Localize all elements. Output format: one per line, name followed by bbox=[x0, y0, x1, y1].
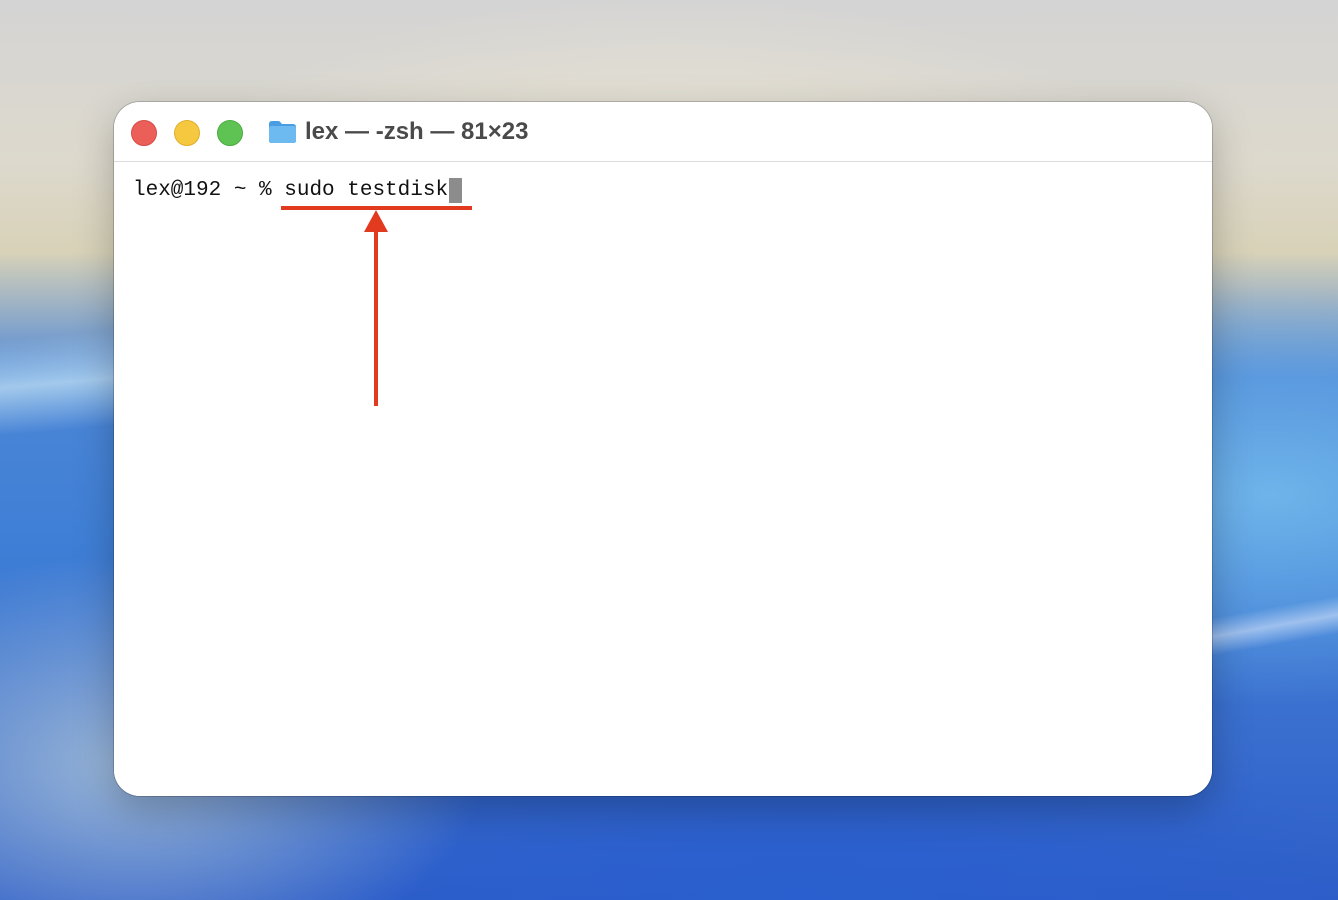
terminal-content[interactable]: lex@192 ~ % sudo testdisk bbox=[114, 162, 1212, 796]
minimize-button[interactable] bbox=[174, 120, 200, 146]
folder-icon bbox=[269, 121, 296, 143]
window-title: lex — -zsh — 81×23 bbox=[305, 118, 529, 145]
zoom-button[interactable] bbox=[217, 120, 243, 146]
window-title-group: lex — -zsh — 81×23 bbox=[268, 116, 528, 148]
terminal-window: lex — -zsh — 81×23 lex@192 ~ % sudo test… bbox=[114, 102, 1212, 796]
shell-prompt: lex@192 ~ % bbox=[133, 178, 285, 202]
typed-command: sudo testdisk bbox=[284, 178, 449, 202]
command-line: lex@192 ~ % sudo testdisk bbox=[133, 177, 463, 203]
close-button[interactable] bbox=[131, 120, 157, 146]
title-bar[interactable]: lex — -zsh — 81×23 bbox=[114, 102, 1212, 162]
text-cursor bbox=[449, 177, 463, 203]
